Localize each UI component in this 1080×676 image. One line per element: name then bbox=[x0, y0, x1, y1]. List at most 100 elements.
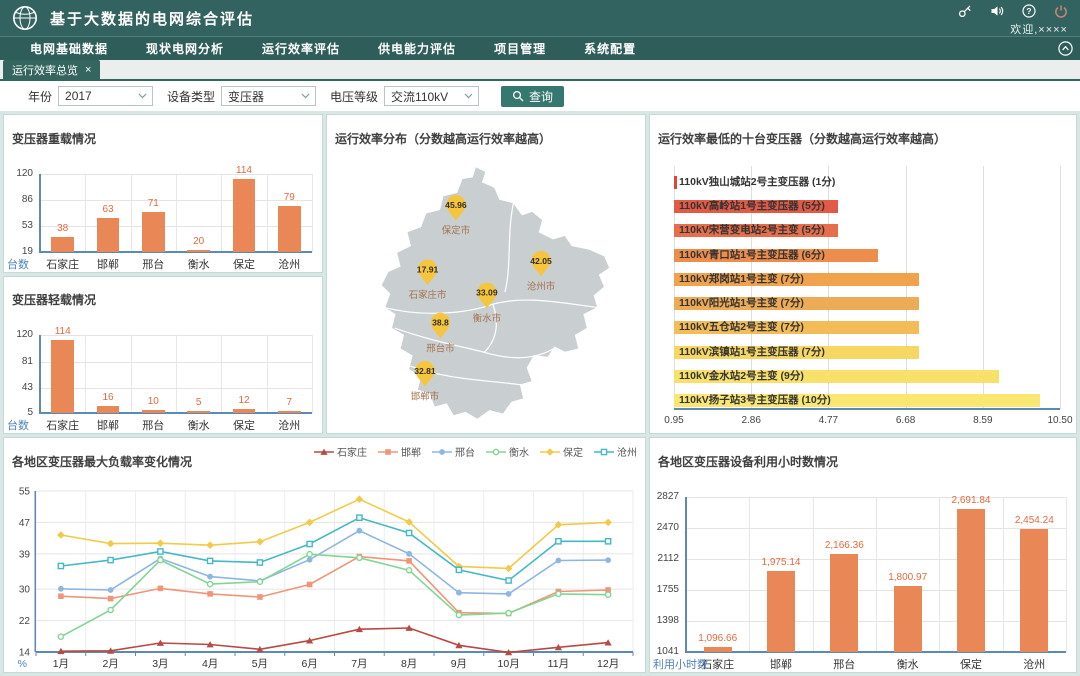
svg-text:47: 47 bbox=[19, 518, 31, 529]
help-icon[interactable]: ? bbox=[1022, 4, 1036, 18]
bar-邢台 bbox=[142, 410, 165, 413]
line-chart-legend: 石家庄邯郸邢台衡水保定沧州 bbox=[314, 444, 637, 459]
bar-邯郸 bbox=[97, 218, 120, 252]
year-label: 年份 bbox=[28, 88, 52, 105]
tab-bar: 运行效率总览 × bbox=[0, 60, 1080, 81]
tab-label: 运行效率总览 bbox=[12, 62, 78, 78]
query-button[interactable]: 查询 bbox=[501, 86, 564, 107]
panel-worst-transformers: 运行效率最低的十台变压器（分数越高运行效率越高） 0.952.864.776.6… bbox=[649, 114, 1077, 434]
nav-item-6[interactable]: 系统配置 bbox=[584, 40, 636, 57]
nav-item-5[interactable]: 项目管理 bbox=[494, 40, 546, 57]
voltage-level-label: 电压等级 bbox=[330, 88, 378, 105]
bar-沧州 bbox=[278, 411, 301, 413]
svg-text:?: ? bbox=[1026, 6, 1031, 16]
svg-text:6月: 6月 bbox=[301, 658, 317, 670]
search-icon bbox=[512, 90, 524, 102]
bar-石家庄 bbox=[51, 340, 74, 414]
filter-bar: 年份 2017 设备类型 变压器 电压等级 交流110kV 查询 bbox=[0, 81, 1080, 111]
nav-item-3[interactable]: 运行效率评估 bbox=[262, 40, 340, 57]
chevron-down-icon bbox=[138, 93, 147, 99]
app-logo-icon bbox=[12, 5, 38, 31]
legend-item-邯郸[interactable]: 邯郸 bbox=[378, 444, 421, 459]
app-window: 基于大数据的电网综合评估 ? 欢迎,×××× 电网基础数据 现状电网分析 运行效率评… bbox=[0, 0, 1080, 676]
nav-item-1[interactable]: 电网基础数据 bbox=[30, 40, 108, 57]
svg-text:39: 39 bbox=[19, 549, 31, 560]
app-title: 基于大数据的电网综合评估 bbox=[50, 8, 254, 29]
device-type-label: 设备类型 bbox=[167, 88, 215, 105]
device-type-value: 变压器 bbox=[228, 88, 264, 105]
legend-item-邢台[interactable]: 邢台 bbox=[432, 444, 475, 459]
svg-text:42.05: 42.05 bbox=[530, 256, 552, 266]
svg-text:33.09: 33.09 bbox=[476, 287, 498, 297]
svg-text:14: 14 bbox=[19, 647, 31, 658]
legend-item-石家庄[interactable]: 石家庄 bbox=[314, 444, 367, 459]
svg-text:9月: 9月 bbox=[451, 658, 467, 670]
efficiency-map: 45.96保定市42.05沧州市17.91石家庄市33.09衡水市38.8邢台市… bbox=[327, 158, 645, 433]
svg-text:17.91: 17.91 bbox=[417, 264, 439, 274]
panel-title: 运行效率最低的十台变压器（分数越高运行效率越高） bbox=[650, 125, 1076, 148]
load-rate-line-chart: 1422303947551月2月3月4月5月6月7月8月9月10月11月12月% bbox=[4, 481, 645, 672]
power-icon[interactable] bbox=[1054, 4, 1068, 18]
svg-text:衡水市: 衡水市 bbox=[473, 312, 501, 324]
svg-text:55: 55 bbox=[19, 486, 31, 497]
svg-text:12月: 12月 bbox=[597, 658, 619, 670]
panel-title: 运行效率分布（分数越高运行效率越高） bbox=[327, 125, 645, 148]
panel-efficiency-map: 运行效率分布（分数越高运行效率越高） 45.96 保定市 42.05 沧州市 17.91… bbox=[326, 114, 646, 434]
bar-衡水 bbox=[187, 411, 210, 413]
bar-邢台 bbox=[142, 212, 165, 252]
bar-石家庄 bbox=[51, 237, 74, 252]
voltage-level-value: 交流110kV bbox=[391, 88, 448, 105]
year-value: 2017 bbox=[65, 89, 92, 103]
legend-item-沧州[interactable]: 沧州 bbox=[594, 444, 637, 459]
hbar-row-1 bbox=[674, 176, 677, 189]
tab-efficiency-overview[interactable]: 运行效率总览 × bbox=[3, 60, 100, 79]
svg-text:45.96: 45.96 bbox=[445, 200, 467, 210]
legend-item-保定[interactable]: 保定 bbox=[540, 444, 583, 459]
svg-text:2月: 2月 bbox=[102, 658, 118, 670]
nav-item-4[interactable]: 供电能力评估 bbox=[378, 40, 456, 57]
svg-text:保定市: 保定市 bbox=[442, 225, 470, 237]
panel-title: 变压器重载情况 bbox=[4, 125, 322, 148]
worst-ten-hbar-chart: 0.952.864.776.688.5910.50110kV独山城站2号主变压器… bbox=[650, 158, 1076, 433]
svg-text:1月: 1月 bbox=[53, 658, 69, 670]
query-button-label: 查询 bbox=[529, 88, 553, 105]
tab-close-icon[interactable]: × bbox=[85, 64, 91, 76]
bar-石家庄 bbox=[704, 647, 732, 652]
svg-text:3月: 3月 bbox=[152, 658, 168, 670]
bar-保定 bbox=[957, 509, 985, 652]
bar-邯郸 bbox=[97, 406, 120, 414]
svg-text:石家庄市: 石家庄市 bbox=[409, 289, 447, 301]
svg-text:沧州市: 沧州市 bbox=[527, 280, 555, 292]
lightload-bar-chart: 54381120114石家庄16邯郸10邢台5衡水12保定7沧州台数 bbox=[4, 319, 322, 433]
chevron-down-icon bbox=[464, 93, 473, 99]
panel-usage-hours: 各地区变压器设备利用小时数情况 104113981755211224702827… bbox=[649, 437, 1077, 673]
svg-text:22: 22 bbox=[19, 616, 31, 627]
svg-text:邯郸市: 邯郸市 bbox=[411, 390, 439, 402]
bar-保定 bbox=[233, 409, 256, 414]
main-nav: 电网基础数据 现状电网分析 运行效率评估 供电能力评估 项目管理 系统配置 bbox=[0, 36, 1080, 60]
usage-hours-bar-chart: 1041139817552112247028271,096.66石家庄1,975… bbox=[650, 481, 1076, 672]
nav-item-2[interactable]: 现状电网分析 bbox=[146, 40, 224, 57]
bar-沧州 bbox=[1020, 529, 1048, 652]
bar-保定 bbox=[233, 179, 256, 252]
sound-icon[interactable] bbox=[990, 4, 1004, 18]
device-type-select[interactable]: 变压器 bbox=[221, 86, 316, 106]
overload-bar-chart: 19538612038石家庄63邯郸71邢台20衡水114保定79沧州台数 bbox=[4, 158, 322, 272]
app-header: 基于大数据的电网综合评估 ? 欢迎,×××× bbox=[0, 0, 1080, 36]
svg-text:5月: 5月 bbox=[252, 658, 268, 670]
legend-item-衡水[interactable]: 衡水 bbox=[486, 444, 529, 459]
year-select[interactable]: 2017 bbox=[58, 86, 153, 106]
svg-text:8月: 8月 bbox=[401, 658, 417, 670]
svg-text:11月: 11月 bbox=[548, 658, 569, 670]
svg-text:邢台市: 邢台市 bbox=[426, 342, 454, 354]
svg-text:%: % bbox=[18, 658, 27, 670]
panel-max-load-rate: 各地区变压器最大负载率变化情况 石家庄邯郸邢台衡水保定沧州 1422303947… bbox=[3, 437, 646, 673]
scroll-top-icon[interactable] bbox=[1058, 41, 1073, 56]
key-icon[interactable] bbox=[958, 4, 972, 18]
bar-邢台 bbox=[830, 554, 858, 652]
bar-沧州 bbox=[278, 206, 301, 252]
voltage-level-select[interactable]: 交流110kV bbox=[384, 86, 479, 106]
header-right: ? 欢迎,×××× bbox=[958, 4, 1068, 37]
svg-text:30: 30 bbox=[19, 585, 31, 596]
panel-title: 各地区变压器设备利用小时数情况 bbox=[650, 448, 1076, 471]
